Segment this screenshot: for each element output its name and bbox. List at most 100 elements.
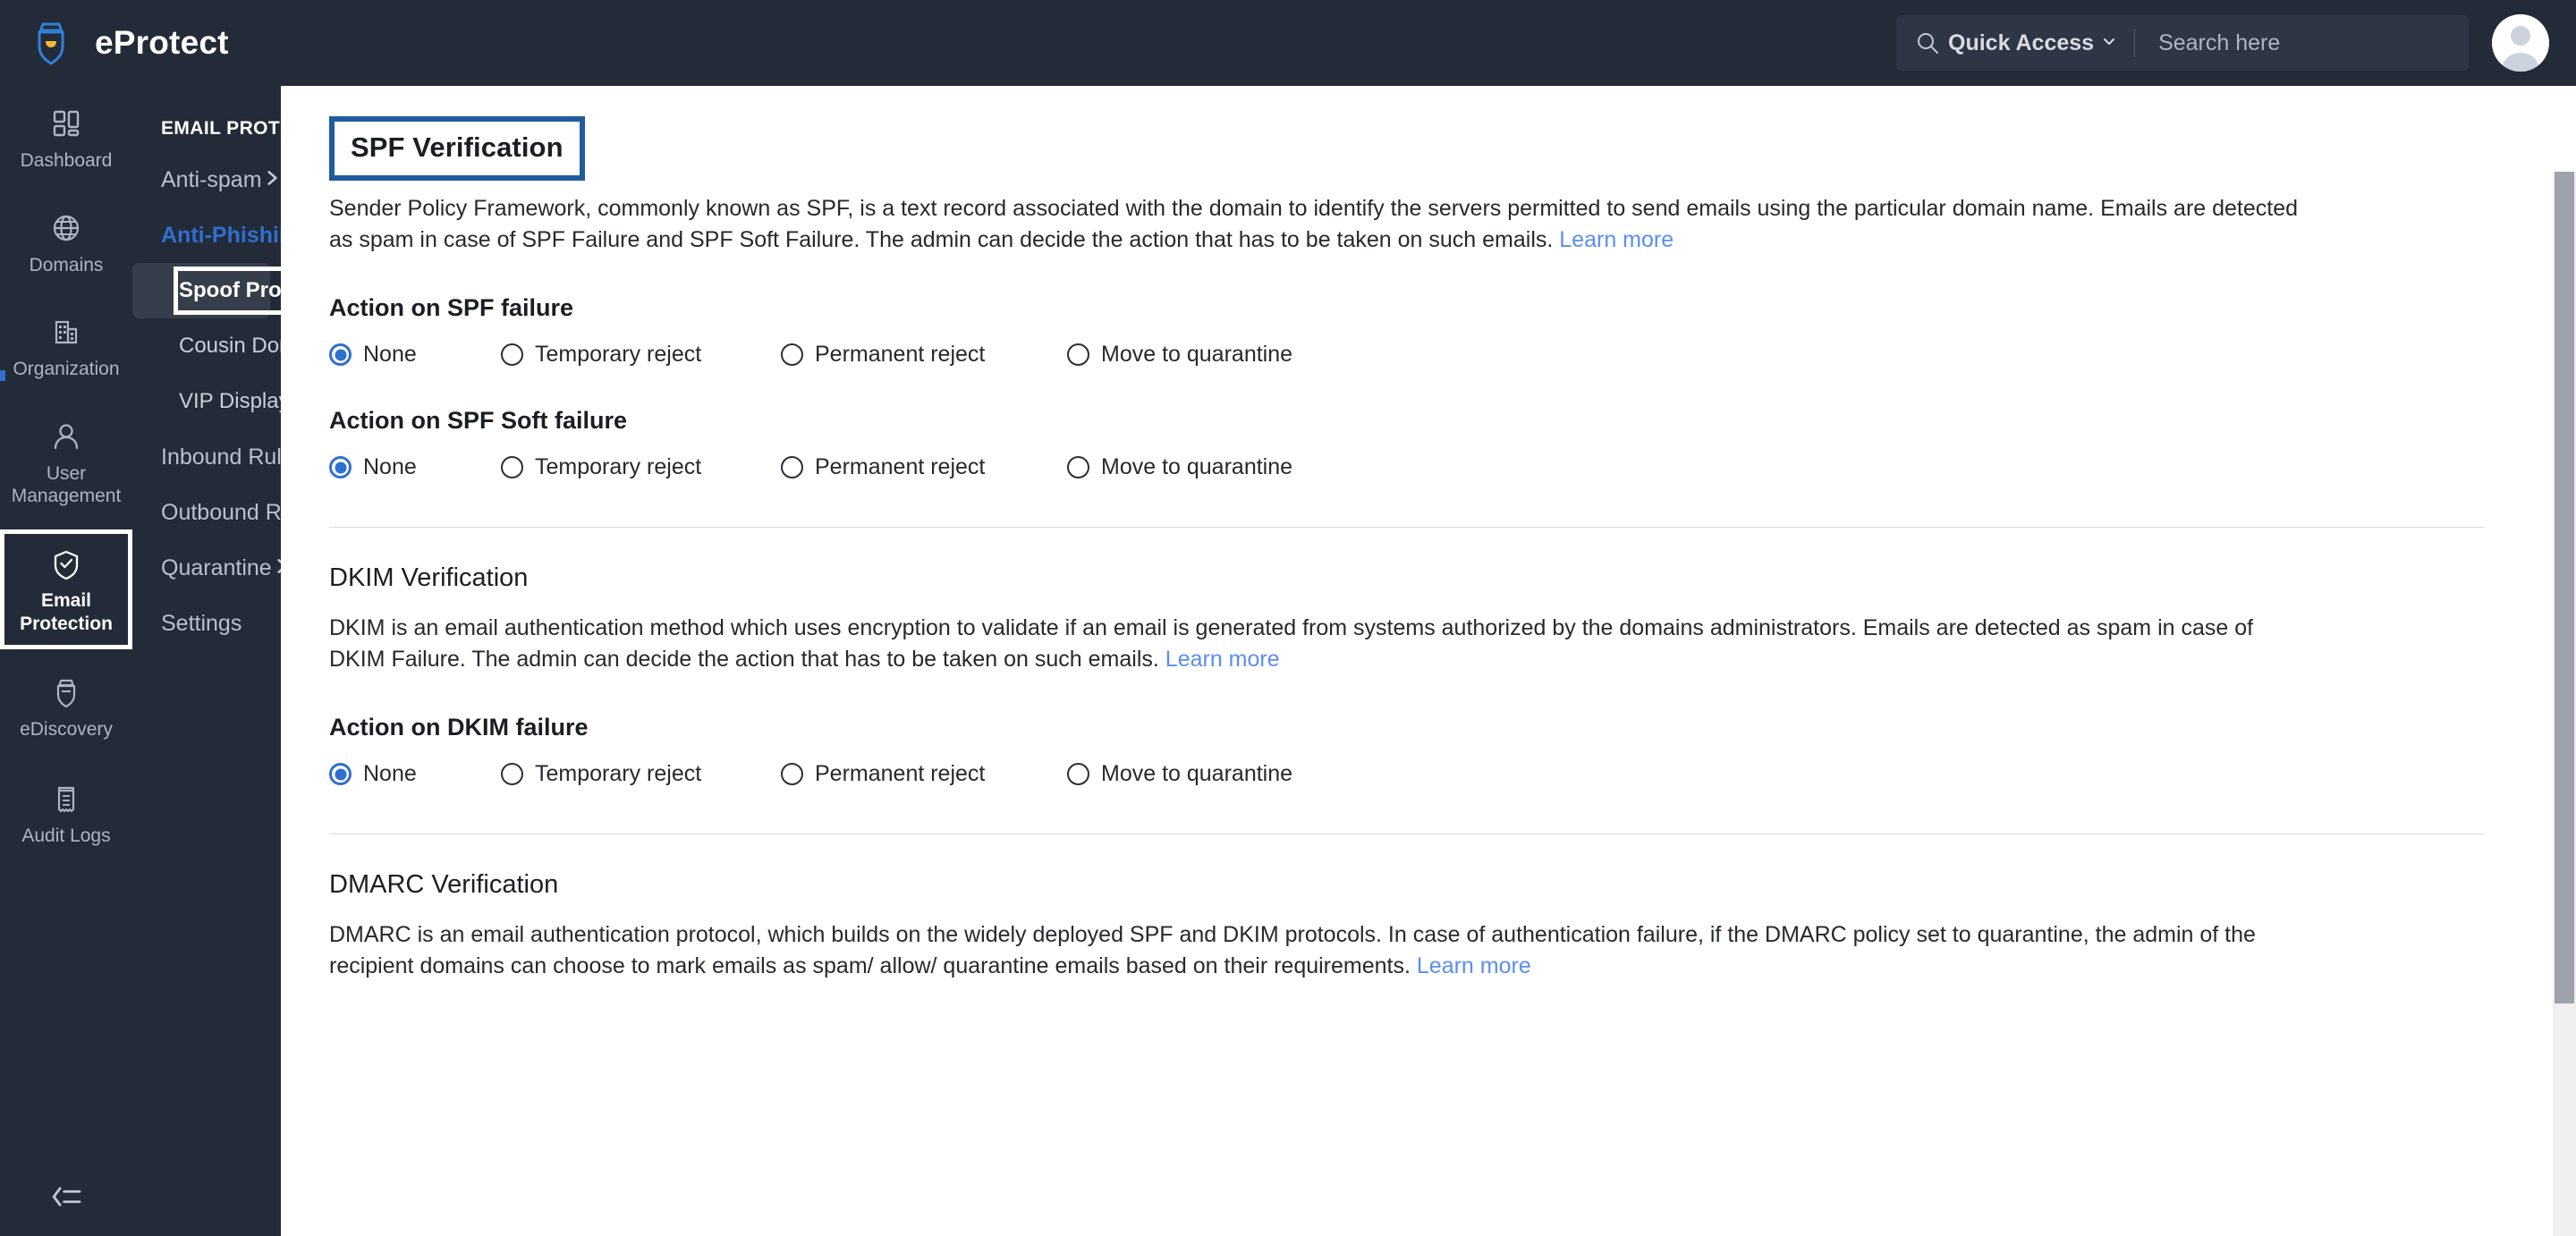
radio-option[interactable]: Temporary reject — [501, 454, 781, 480]
page-title: SPF Verification — [351, 131, 564, 163]
sub-navigation: EMAIL PROTECTION Anti-spam Anti-Phishing… — [132, 86, 363, 1236]
subnav-title: EMAIL PROTECTION — [161, 118, 353, 139]
radio-option[interactable]: Permanent reject — [781, 761, 1067, 787]
radio-indicator[interactable] — [501, 456, 523, 478]
radio-label: Permanent reject — [815, 454, 986, 479]
sidebar-rail: Dashboard Domains Organization User Mana… — [0, 86, 132, 1236]
sidebar-item-label: Audit Logs — [21, 825, 111, 846]
radio-option[interactable]: Move to quarantine — [1067, 342, 1292, 368]
radio-label: Temporary reject — [535, 342, 702, 367]
section-divider — [329, 527, 2485, 528]
radio-indicator[interactable] — [329, 456, 352, 478]
collapse-sidebar-button[interactable] — [0, 1183, 132, 1215]
sidebar-item-ediscovery[interactable]: eDiscovery — [0, 658, 132, 756]
chevron-down-icon[interactable] — [2102, 34, 2116, 53]
globe-icon — [48, 210, 84, 246]
radio-label: Temporary reject — [535, 761, 702, 786]
radio-indicator[interactable] — [501, 343, 523, 366]
quick-access-label[interactable]: Quick Access — [1948, 30, 2094, 56]
radio-indicator[interactable] — [1067, 456, 1089, 478]
subnav-item-vip-display-names[interactable]: VIP Display Names — [132, 374, 363, 429]
radio-option[interactable]: Permanent reject — [781, 342, 1067, 368]
radio-label: Move to quarantine — [1101, 342, 1293, 367]
vertical-scrollbar[interactable] — [2553, 172, 2576, 1236]
subnav-item-inbound-rules[interactable]: Inbound Rules — [132, 429, 320, 485]
radio-indicator[interactable] — [781, 456, 803, 478]
sidebar-item-organization[interactable]: Organization — [0, 298, 132, 395]
subnav-item-cousin-domains[interactable]: Cousin Domains — [132, 318, 336, 374]
document-lines-icon — [48, 781, 84, 817]
top-bar: eProtect Quick Access Search here — [0, 0, 2576, 86]
dkim-failure-radio-group: None Temporary reject Permanent reject M… — [329, 761, 2490, 787]
spf-learn-more-link[interactable]: Learn more — [1559, 227, 1674, 252]
spf-description: Sender Policy Framework, commonly known … — [329, 193, 2306, 255]
radio-option[interactable]: None — [329, 761, 501, 787]
spf-failure-heading: Action on SPF failure — [329, 294, 574, 321]
radio-indicator[interactable] — [329, 343, 352, 366]
subnav-item-quarantine[interactable]: Quarantine — [132, 540, 287, 596]
brand: eProtect — [27, 19, 229, 67]
radio-label: Permanent reject — [815, 342, 986, 367]
avatar[interactable] — [2492, 14, 2549, 72]
subnav-item-label: Settings — [161, 610, 242, 636]
page-title-box: SPF Verification — [329, 116, 585, 181]
shield-badge-icon — [48, 674, 84, 710]
dmarc-learn-more-link[interactable]: Learn more — [1417, 953, 1531, 978]
subnav-item-outbound-rules[interactable]: Outbound Rules — [132, 485, 323, 540]
radio-label: Temporary reject — [535, 454, 702, 479]
radio-indicator[interactable] — [781, 343, 803, 366]
subnav-item-settings[interactable]: Settings — [132, 596, 281, 651]
sidebar-item-email-protection[interactable]: Email Protection — [0, 529, 132, 650]
dkim-failure-heading: Action on DKIM failure — [329, 714, 589, 741]
subnav-item-anti-phishing[interactable]: Anti-Phishing — [132, 207, 324, 263]
shield-badge-icon — [27, 19, 75, 67]
dmarc-description: DMARC is an email authentication protoco… — [329, 919, 2306, 981]
subnav-item-anti-spam[interactable]: Anti-spam — [132, 152, 281, 207]
radio-option[interactable]: Temporary reject — [501, 761, 781, 787]
radio-indicator[interactable] — [329, 763, 352, 785]
sidebar-item-label: Email Protection — [20, 590, 113, 634]
radio-option[interactable]: None — [329, 454, 501, 480]
main-panel: SPF Verification Sender Policy Framework… — [281, 86, 2576, 1236]
radio-option[interactable]: Temporary reject — [501, 342, 781, 368]
search-divider — [2134, 29, 2136, 57]
search-input[interactable]: Search here — [2158, 30, 2280, 56]
radio-indicator[interactable] — [781, 763, 803, 785]
building-icon — [48, 314, 84, 350]
sidebar-item-dashboard[interactable]: Dashboard — [0, 89, 132, 187]
radio-option[interactable]: Move to quarantine — [1067, 454, 1292, 480]
subnav-item-label: Anti-spam — [161, 166, 262, 192]
grid-dashboard-icon — [48, 106, 84, 141]
dkim-learn-more-link[interactable]: Learn more — [1165, 647, 1280, 672]
spf-description-line1: Sender Policy Framework, commonly known … — [329, 196, 2095, 221]
sidebar-item-user-management[interactable]: User Management — [0, 402, 132, 522]
radio-label: Permanent reject — [815, 761, 986, 786]
brand-name: eProtect — [95, 24, 229, 61]
sidebar-item-label: User Management — [11, 462, 122, 507]
chevron-right-icon[interactable] — [262, 168, 282, 192]
subnav-list: Anti-spam Anti-Phishing Spoof Protection — [132, 140, 363, 651]
radio-indicator[interactable] — [1067, 763, 1089, 785]
radio-indicator[interactable] — [1067, 343, 1089, 366]
sidebar-item-label: Domains — [29, 254, 104, 275]
radio-option[interactable]: Move to quarantine — [1067, 761, 1292, 787]
radio-indicator[interactable] — [501, 763, 523, 785]
search-bar[interactable]: Quick Access Search here — [1896, 15, 2469, 71]
dmarc-description-line1: DMARC is an email authentication protoco… — [329, 922, 2089, 947]
radio-label: Move to quarantine — [1101, 761, 1293, 786]
subnav-item-spoof-protection[interactable]: Spoof Protection — [132, 263, 352, 318]
radio-label: None — [363, 342, 417, 367]
person-icon — [48, 419, 84, 454]
radio-label: None — [363, 454, 417, 479]
dkim-description: DKIM is an email authentication method w… — [329, 613, 2306, 674]
radio-option[interactable]: None — [329, 342, 501, 368]
sidebar-item-audit-logs[interactable]: Audit Logs — [0, 765, 132, 862]
active-indicator-bar — [0, 370, 5, 381]
settings-content: SPF Verification Sender Policy Framework… — [281, 86, 2542, 981]
spf-soft-failure-heading: Action on SPF Soft failure — [329, 407, 628, 434]
radio-option[interactable]: Permanent reject — [781, 454, 1067, 480]
sidebar-item-domains[interactable]: Domains — [0, 194, 132, 292]
scrollbar-thumb[interactable] — [2555, 172, 2574, 1003]
radio-label: Move to quarantine — [1101, 454, 1293, 479]
radio-label: None — [363, 761, 417, 786]
